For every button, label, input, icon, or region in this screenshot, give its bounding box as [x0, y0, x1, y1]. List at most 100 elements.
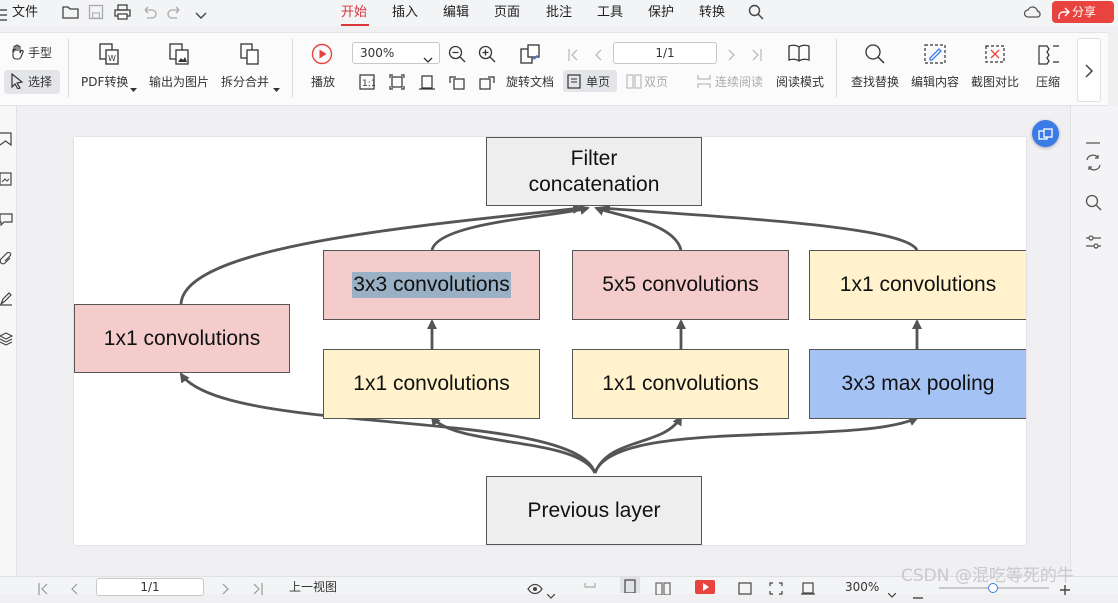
edit-content-button[interactable]: 编辑内容 [911, 74, 959, 90]
last-page-icon[interactable] [751, 47, 763, 66]
next-page-icon[interactable] [727, 47, 737, 66]
actual-size-icon[interactable]: 1:1 [359, 74, 376, 94]
prev-page-icon[interactable] [593, 47, 603, 66]
tab-edit[interactable]: 编辑 [443, 4, 469, 22]
actual-size-icon[interactable] [801, 580, 815, 599]
open-folder-icon[interactable] [62, 4, 79, 24]
zoom-value: 300% [360, 46, 395, 60]
settings-sliders-icon[interactable] [1085, 234, 1102, 255]
rotate-left-icon[interactable] [449, 74, 465, 94]
chevron-down-icon[interactable] [546, 584, 556, 603]
conv-3x3-label-selected[interactable]: 3x3 convolutions [352, 272, 511, 298]
hamburger-icon[interactable] [0, 6, 8, 25]
find-replace-button[interactable]: 查找替换 [851, 74, 899, 90]
file-menu[interactable]: 文件 [12, 4, 38, 22]
chevron-down-icon [130, 78, 137, 97]
continuous-view-icon[interactable] [584, 580, 596, 599]
zoom-in-icon[interactable] [478, 45, 496, 67]
compress-icon [1037, 43, 1061, 69]
read-mode-button[interactable]: 阅读模式 [776, 74, 824, 90]
undo-icon[interactable] [141, 4, 157, 24]
play-icon[interactable] [695, 579, 715, 598]
book-icon [788, 43, 810, 67]
divider [68, 38, 69, 98]
redo-icon[interactable] [167, 4, 183, 24]
bookmark-icon[interactable] [0, 131, 13, 150]
signature-icon[interactable] [0, 291, 13, 310]
export-image-icon [167, 42, 191, 70]
zoom-out-icon[interactable] [913, 584, 923, 603]
single-page-button[interactable]: 单页 [586, 74, 610, 90]
translate-icon[interactable] [1085, 154, 1102, 175]
rotate-right-icon[interactable] [479, 74, 495, 94]
double-page-button[interactable]: 双页 [644, 74, 668, 90]
tab-protect[interactable]: 保护 [648, 4, 674, 22]
conv-3x3-box: 3x3 convolutions [323, 250, 540, 320]
fit-page-icon[interactable] [769, 580, 783, 599]
translate-icon [1038, 127, 1053, 146]
share-icon [1058, 5, 1070, 27]
minus-icon[interactable] [1085, 130, 1101, 149]
tab-annotate[interactable]: 批注 [546, 4, 572, 22]
previous-layer-box: Previous layer [486, 476, 702, 545]
fit-page-icon[interactable] [389, 74, 405, 94]
split-merge-button[interactable]: 拆分合并 [221, 74, 269, 90]
comment-icon[interactable] [0, 211, 13, 230]
divider [292, 38, 293, 98]
active-tab-indicator [341, 24, 369, 26]
svg-text:W: W [108, 54, 116, 63]
compress-button[interactable]: 压缩 [1036, 74, 1060, 90]
toolbar-scroll-right[interactable] [1077, 38, 1101, 102]
layers-icon[interactable] [0, 331, 14, 350]
next-page-icon[interactable] [222, 580, 230, 599]
tab-tools[interactable]: 工具 [597, 4, 623, 22]
share-button[interactable]: 分享 [1052, 1, 1114, 23]
last-page-icon[interactable] [253, 580, 263, 599]
pdf-convert-button[interactable]: PDF转换 [81, 74, 128, 90]
zoom-out-icon[interactable] [448, 45, 466, 67]
svg-text:1:1: 1:1 [362, 79, 375, 89]
play-button[interactable]: 播放 [311, 74, 335, 90]
print-icon[interactable] [114, 4, 131, 24]
fit-width-icon[interactable] [419, 74, 435, 94]
page-number-input[interactable]: 1/1 [613, 42, 717, 64]
continuous-read-button[interactable]: 连续阅读 [715, 74, 763, 90]
tab-page[interactable]: 页面 [494, 4, 520, 22]
divider [836, 38, 837, 98]
tab-start[interactable]: 开始 [341, 4, 367, 22]
tab-insert[interactable]: 插入 [392, 4, 418, 22]
first-page-icon[interactable] [38, 580, 48, 599]
rotate-doc-button[interactable]: 旋转文档 [506, 74, 554, 90]
save-icon[interactable] [88, 4, 104, 24]
select-tool[interactable]: 选择 [28, 74, 52, 90]
eye-icon[interactable] [527, 580, 543, 599]
reduce-1x1-conv-box-b: 1x1 convolutions [572, 349, 789, 419]
status-page-input[interactable]: 1/1 [96, 578, 204, 596]
csdn-watermark: CSDN @混吃等死的牛 [901, 566, 1074, 586]
chevron-down-icon [423, 50, 433, 70]
thumbnail-icon[interactable] [0, 171, 13, 190]
search-icon[interactable] [1085, 194, 1102, 215]
zoom-select[interactable]: 300% [352, 42, 440, 64]
prev-page-icon[interactable] [70, 580, 78, 599]
floating-translate-button[interactable] [1032, 120, 1059, 147]
cloud-icon[interactable] [1023, 4, 1042, 24]
right-1x1-conv-label: 1x1 convolutions [839, 273, 997, 296]
edit-content-icon [923, 43, 947, 69]
attachment-icon[interactable] [0, 251, 13, 270]
previous-layer-label: Previous layer [527, 498, 661, 522]
single-page-view-icon[interactable] [620, 577, 640, 597]
first-page-icon[interactable] [567, 47, 579, 66]
max-pooling-label: 3x3 max pooling [841, 372, 995, 395]
tab-convert[interactable]: 转换 [699, 4, 725, 22]
chevron-down-icon[interactable] [195, 6, 207, 25]
single-page-icon [567, 74, 581, 93]
right-1x1-conv-box: 1x1 convolutions [809, 250, 1026, 320]
screenshot-compare-button[interactable]: 截图对比 [971, 74, 1019, 90]
search-icon[interactable] [748, 4, 764, 24]
export-image-button[interactable]: 输出为图片 [149, 74, 209, 90]
page-number-value: 1/1 [655, 46, 675, 60]
hand-tool[interactable]: 手型 [28, 45, 52, 61]
double-page-view-icon[interactable] [655, 580, 671, 599]
fit-width-icon[interactable] [738, 580, 752, 599]
